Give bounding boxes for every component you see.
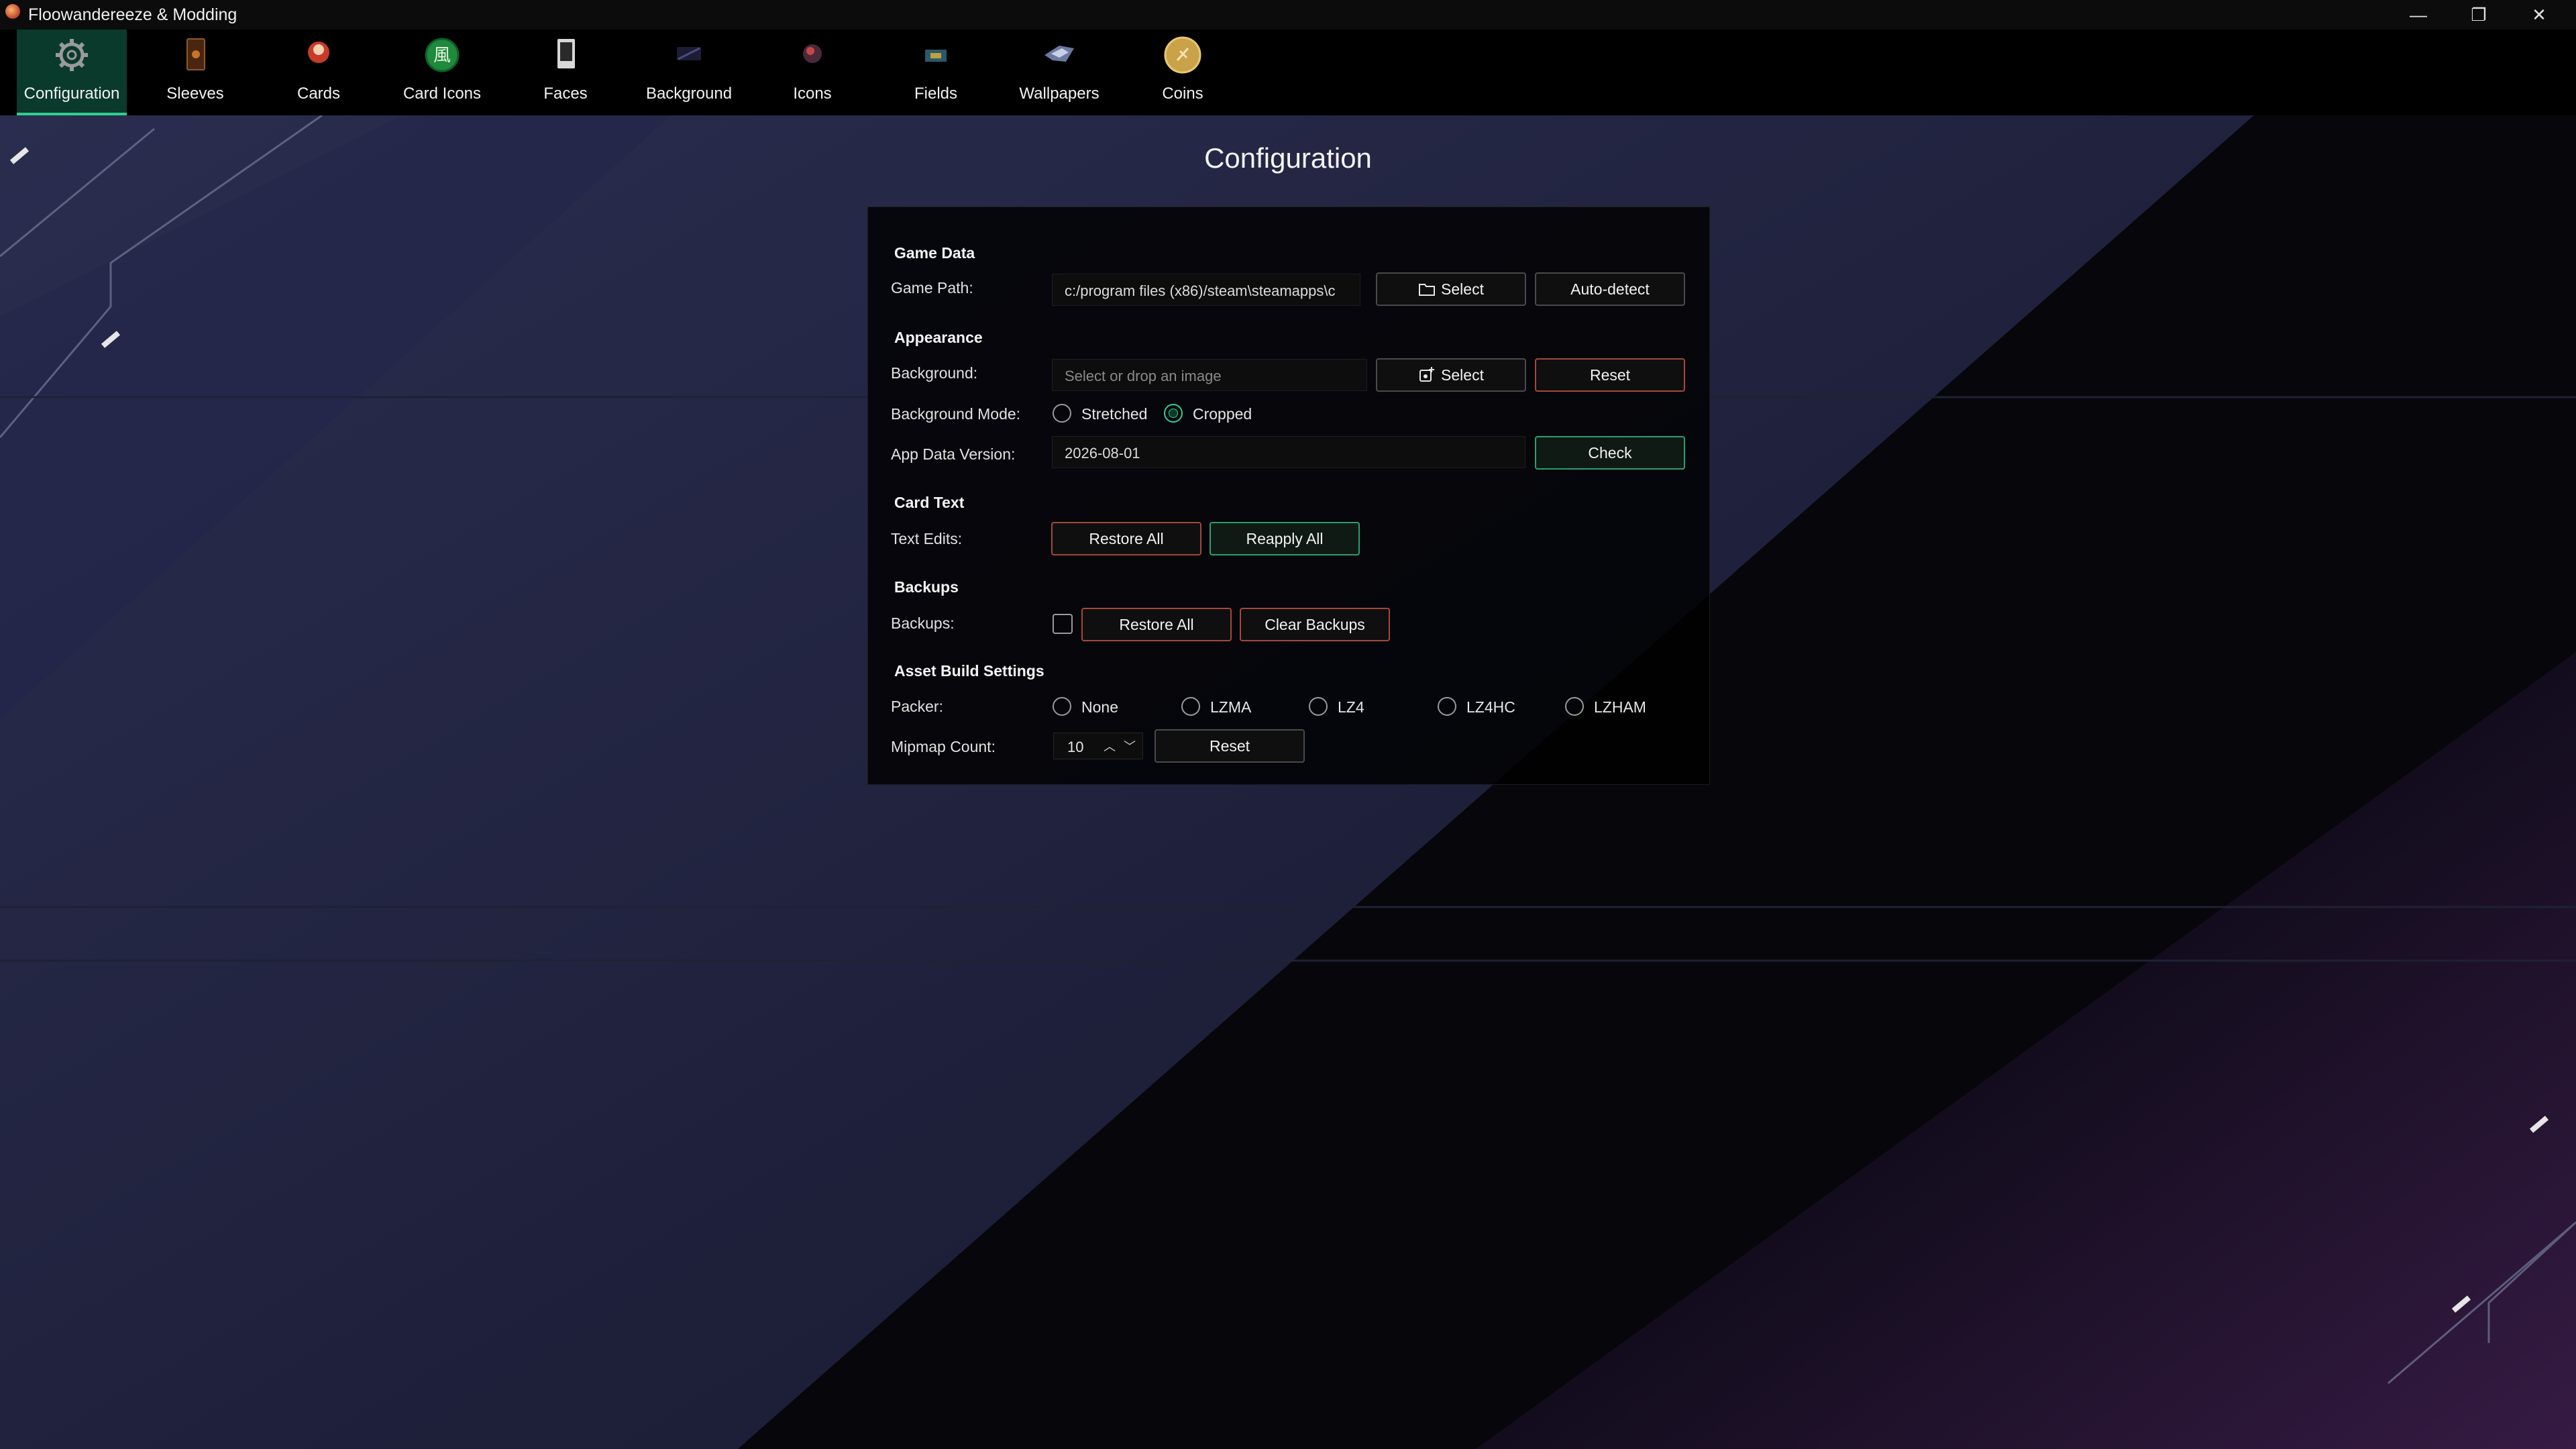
radio-packer-lzham[interactable] <box>1565 697 1584 716</box>
chevron-up-icon[interactable]: ︿ <box>1102 737 1117 755</box>
section-heading-card-text: Card Text <box>894 494 965 511</box>
app-icon <box>5 4 20 19</box>
background-mode-label: Background Mode: <box>891 405 1021 423</box>
minimize-button[interactable]: — <box>2388 0 2449 30</box>
app-data-version-label: App Data Version: <box>891 445 1016 463</box>
radio-label-stretched: Stretched <box>1081 405 1148 423</box>
radio-label-lz4: LZ4 <box>1338 698 1364 716</box>
radio-stretched[interactable] <box>1053 404 1071 423</box>
radio-cropped[interactable] <box>1164 404 1183 423</box>
field-thumbnail-icon <box>925 50 947 62</box>
game-path-label: Game Path: <box>891 279 973 297</box>
section-heading-game-data: Game Data <box>894 244 975 262</box>
reapply-all-text-button[interactable]: Reapply All <box>1210 522 1360 555</box>
game-path-field[interactable]: c:/program files (x86)/steam\steamapps\c <box>1052 274 1360 306</box>
section-heading-asset-build: Asset Build Settings <box>894 662 1044 680</box>
tab-sleeves[interactable]: Sleeves <box>140 30 250 113</box>
tab-faces[interactable]: Faces <box>511 30 621 113</box>
section-heading-appearance: Appearance <box>894 329 983 346</box>
radio-packer-lz4hc[interactable] <box>1438 697 1456 716</box>
section-heading-backups: Backups <box>894 578 959 596</box>
gear-icon <box>56 39 88 71</box>
select-background-button[interactable]: Select <box>1376 358 1526 392</box>
tab-label: Card Icons <box>402 85 482 103</box>
mipmap-count-label: Mipmap Count: <box>891 738 996 755</box>
backups-checkbox[interactable] <box>1053 614 1073 634</box>
background-image-field[interactable]: Select or drop an image <box>1052 359 1367 391</box>
tab-card-icons[interactable]: 風 Card Icons <box>387 30 497 113</box>
tab-icons[interactable]: Icons <box>757 30 867 113</box>
radio-label-lzma: LZMA <box>1210 698 1252 716</box>
backups-label: Backups: <box>891 614 955 632</box>
radio-label-cropped: Cropped <box>1193 405 1252 423</box>
tab-wallpapers[interactable]: Wallpapers <box>1004 30 1114 113</box>
restore-all-text-button[interactable]: Restore All <box>1051 522 1201 555</box>
button-label: Select <box>1441 280 1484 298</box>
reset-mipmap-button[interactable]: Reset <box>1155 729 1305 763</box>
coin-icon <box>1164 36 1201 74</box>
tab-fields[interactable]: Fields <box>881 30 991 113</box>
packer-label: Packer: <box>891 698 943 715</box>
tab-label: Sleeves <box>166 85 224 103</box>
clear-backups-button[interactable]: Clear Backups <box>1240 608 1390 641</box>
radio-packer-lzma[interactable] <box>1181 697 1200 716</box>
tab-background[interactable]: Background <box>634 30 744 113</box>
reset-background-button[interactable]: Reset <box>1535 358 1685 392</box>
wind-attribute-icon: 風 <box>425 38 460 72</box>
restore-button[interactable]: ❐ <box>2449 0 2509 30</box>
app-data-version-field[interactable]: 2026-08-01 <box>1052 436 1525 468</box>
radio-label-none: None <box>1081 698 1118 716</box>
radio-packer-lz4[interactable] <box>1309 697 1328 716</box>
page-title: Configuration <box>1204 142 1372 174</box>
tab-label: Coins <box>1162 85 1203 103</box>
radio-packer-none[interactable] <box>1053 697 1071 716</box>
tab-label: Fields <box>914 85 958 103</box>
title-bar: Floowandereeze & Modding — ❐ ✕ <box>0 0 2576 30</box>
card-monster-icon <box>308 42 329 63</box>
chevron-down-icon[interactable]: ﹀ <box>1122 737 1137 755</box>
mipmap-count-stepper[interactable]: 10 ︿ ﹀ <box>1053 733 1143 759</box>
close-button[interactable]: ✕ <box>2509 0 2569 30</box>
folder-icon <box>1419 284 1436 296</box>
tab-label: Background <box>645 85 733 103</box>
tab-coins[interactable]: Coins <box>1128 30 1238 113</box>
tab-label: Cards <box>297 85 341 103</box>
card-face-icon <box>557 39 575 68</box>
auto-detect-button[interactable]: Auto-detect <box>1535 272 1685 306</box>
mipmap-count-value: 10 <box>1067 739 1084 755</box>
select-game-path-button[interactable]: Select <box>1376 272 1526 306</box>
tab-label: Configuration <box>23 85 120 103</box>
tab-configuration[interactable]: Configuration <box>17 30 127 115</box>
radio-label-lzham: LZHAM <box>1594 698 1646 716</box>
svg-text:風: 風 <box>433 46 451 66</box>
background-label: Background: <box>891 364 978 382</box>
restore-all-backups-button[interactable]: Restore All <box>1081 608 1232 641</box>
background-thumbnail-icon <box>677 47 701 60</box>
text-edits-label: Text Edits: <box>891 530 963 547</box>
sleeve-icon <box>186 38 205 70</box>
tab-label: Faces <box>543 85 588 103</box>
tab-label: Icons <box>793 85 832 103</box>
check-button[interactable]: Check <box>1535 436 1685 470</box>
button-label: Select <box>1441 366 1484 384</box>
wallpaper-thumbnail-icon <box>1044 46 1074 62</box>
main-toolbar: Configuration Sleeves Cards 風 Card Icons… <box>0 30 2576 115</box>
image-add-icon <box>1419 367 1435 382</box>
tab-cards[interactable]: Cards <box>264 30 374 113</box>
tab-label: Wallpapers <box>1019 85 1099 103</box>
radio-label-lz4hc: LZ4HC <box>1466 698 1515 716</box>
character-icon <box>803 44 822 63</box>
window-title: Floowandereeze & Modding <box>28 5 237 24</box>
